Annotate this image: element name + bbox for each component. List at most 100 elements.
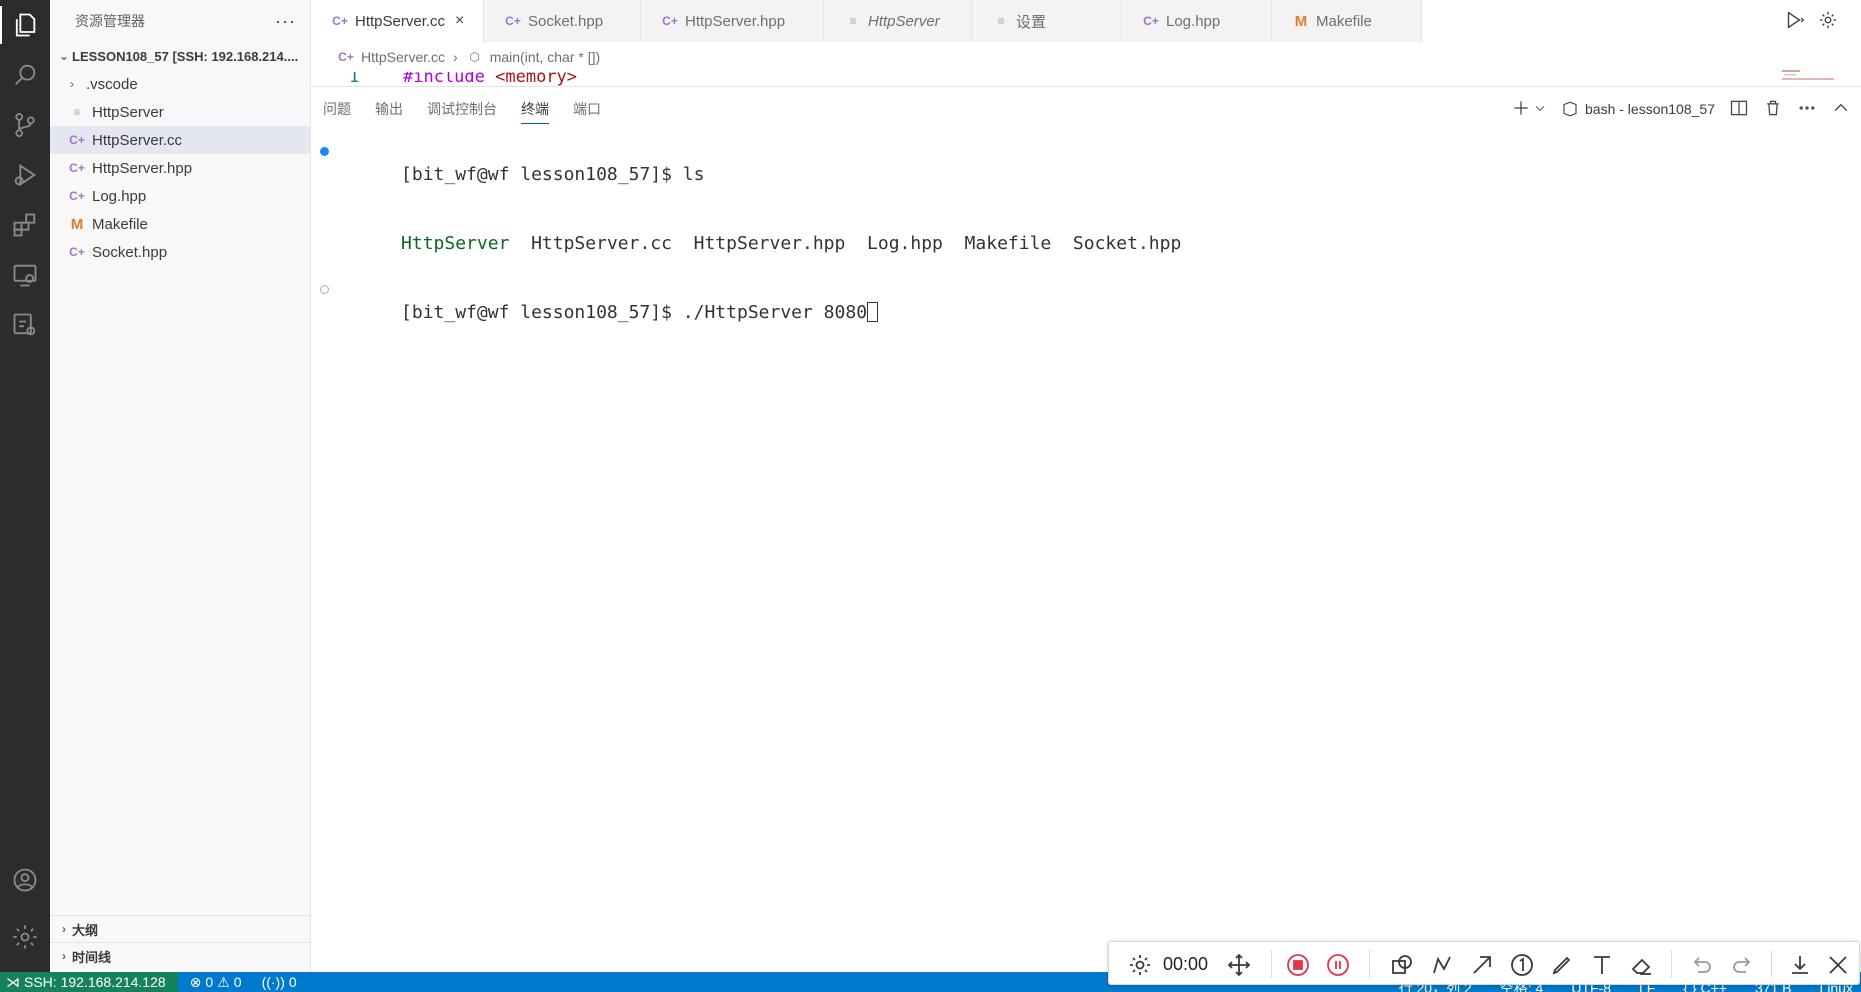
arrow-icon[interactable]: [1469, 952, 1495, 978]
broadcast-icon: ((·)): [261, 974, 285, 990]
terminal-icon: [1563, 101, 1577, 117]
tab-ports[interactable]: 端口: [561, 94, 613, 124]
editor-tabs: C+ HttpServer.cc × C+ Socket.hpp C+ Http…: [311, 0, 1861, 42]
vscode-window: 资源管理器 ··· ⌄ LESSON108_57 [SSH: 192.168.2…: [0, 0, 1861, 992]
tree-item-label: .vscode: [86, 75, 138, 93]
tree-item-label: Socket.hpp: [92, 243, 168, 261]
remote-indicator[interactable]: ⋊ SSH: 192.168.214.128: [0, 972, 178, 992]
stop-record-icon[interactable]: [1285, 952, 1311, 978]
more-actions-icon[interactable]: ···: [275, 11, 296, 32]
move-icon[interactable]: [1226, 952, 1252, 978]
tree-item-vscode[interactable]: › .vscode: [50, 70, 310, 98]
tab-makefile[interactable]: M Makefile: [1272, 0, 1422, 42]
tab-problems[interactable]: 问题: [311, 94, 363, 124]
editor-code-line[interactable]: 1 #include <memory>: [311, 72, 1791, 86]
editor-actions: [1783, 9, 1839, 36]
tab-settings[interactable]: ≡ 设置: [972, 0, 1122, 42]
ls-output: HttpServer.cc HttpServer.hpp Log.hpp Mak…: [509, 233, 1182, 254]
tab-terminal[interactable]: 终端: [509, 94, 561, 124]
close-icon[interactable]: [1825, 952, 1851, 978]
search-icon[interactable]: [0, 50, 50, 100]
cpp-file-icon: C+: [338, 50, 354, 64]
trash-icon[interactable]: [1763, 98, 1783, 121]
timeline-section[interactable]: › 时间线: [50, 942, 311, 969]
tab-debug-console[interactable]: 调试控制台: [415, 94, 509, 124]
chevron-down-icon[interactable]: [1533, 101, 1547, 118]
terminal-output[interactable]: [bit_wf@wf lesson108_57]$ ls HttpServer …: [311, 140, 1851, 347]
tab-httpserver-preview[interactable]: ≡ HttpServer: [824, 0, 972, 42]
warning-icon: ⚠: [217, 973, 230, 990]
run-icon[interactable]: [1783, 9, 1805, 36]
tab-httpserver-hpp[interactable]: C+ HttpServer.hpp: [641, 0, 824, 42]
command-decoration-icon[interactable]: [320, 147, 329, 156]
problems-status[interactable]: ⊗ 0 ⚠ 0: [190, 974, 242, 991]
polyline-icon[interactable]: [1429, 952, 1455, 978]
explorer-icon[interactable]: [0, 0, 50, 50]
close-icon[interactable]: ×: [455, 12, 464, 30]
remote-explorer-icon[interactable]: [0, 250, 50, 300]
tree-item-label: HttpServer.hpp: [92, 159, 193, 177]
tree-item-httpserver-cc[interactable]: C+ HttpServer.cc: [50, 126, 310, 154]
redo-icon[interactable]: [1729, 952, 1755, 978]
remote-icon: ⋊: [6, 973, 20, 990]
command-decoration-icon[interactable]: [320, 285, 329, 294]
maximize-panel-icon[interactable]: [1831, 98, 1851, 121]
error-count: 0: [205, 974, 214, 990]
text-tool-icon[interactable]: [1589, 952, 1615, 978]
panel-divider[interactable]: [311, 86, 1861, 87]
source-control-icon[interactable]: [0, 100, 50, 150]
tree-item-httpserver[interactable]: ≡ HttpServer: [50, 98, 310, 126]
download-icon[interactable]: [1787, 952, 1813, 978]
workspace-root[interactable]: ⌄ LESSON108_57 [SSH: 192.168.214....: [50, 42, 310, 70]
makefile-icon: M: [70, 215, 84, 233]
ports-status[interactable]: ((·)) 0: [262, 974, 297, 990]
tab-output[interactable]: 输出: [363, 94, 415, 124]
activity-bar: [0, 0, 50, 972]
terminal-cursor: [867, 302, 879, 322]
code-header: <memory>: [495, 72, 578, 86]
cpp-file-icon: C+: [69, 245, 85, 259]
shape-icon[interactable]: [1389, 952, 1415, 978]
split-terminal-icon[interactable]: [1729, 98, 1749, 121]
tree-item-log-hpp[interactable]: C+ Log.hpp: [50, 182, 310, 210]
cpp-file-icon: C+: [69, 133, 85, 147]
outline-section[interactable]: › 大纲: [50, 915, 311, 942]
testing-icon[interactable]: [0, 300, 50, 350]
pen-icon[interactable]: [1549, 952, 1575, 978]
explorer-header: 资源管理器 ···: [50, 0, 310, 42]
makefile-icon: M: [1294, 12, 1308, 30]
chevron-right-icon: ›: [62, 949, 66, 963]
timeline-label: 时间线: [72, 949, 112, 965]
number-marker-icon[interactable]: [1509, 952, 1535, 978]
eraser-icon[interactable]: [1629, 952, 1655, 978]
tab-socket-hpp[interactable]: C+ Socket.hpp: [484, 0, 641, 42]
ls-executable: HttpServer: [401, 233, 510, 254]
remote-label: SSH: 192.168.214.128: [24, 974, 166, 990]
account-icon[interactable]: [0, 855, 50, 905]
undo-icon[interactable]: [1689, 952, 1715, 978]
chevron-down-icon: ⌄: [58, 49, 70, 63]
run-debug-icon[interactable]: [0, 150, 50, 200]
toolbar-divider: [1271, 950, 1272, 978]
gear-icon[interactable]: [1817, 9, 1839, 36]
settings-file-icon: ≡: [997, 14, 1005, 28]
error-icon: ⊗: [189, 973, 202, 990]
tab-httpserver-cc[interactable]: C+ HttpServer.cc ×: [311, 0, 484, 42]
tree-item-label: Log.hpp: [92, 187, 147, 205]
terminal-line: HttpServer HttpServer.cc HttpServer.hpp …: [311, 209, 1851, 278]
tab-log-hpp[interactable]: C+ Log.hpp: [1122, 0, 1272, 42]
extensions-icon[interactable]: [0, 200, 50, 250]
tree-item-httpserver-hpp[interactable]: C+ HttpServer.hpp: [50, 154, 310, 182]
manage-gear-icon[interactable]: [0, 912, 50, 962]
tree-item-makefile[interactable]: M Makefile: [50, 210, 310, 238]
new-terminal-icon[interactable]: [1511, 98, 1531, 121]
pause-record-icon[interactable]: [1325, 952, 1351, 978]
settings-gear-icon[interactable]: [1127, 952, 1153, 978]
breadcrumb-symbol[interactable]: main(int, char * []): [490, 49, 600, 65]
breadcrumb-file[interactable]: HttpServer.cc: [361, 49, 445, 65]
outline-label: 大纲: [72, 922, 99, 938]
terminal-selector[interactable]: bash - lesson108_57: [1561, 100, 1715, 118]
more-actions-icon[interactable]: [1797, 98, 1817, 121]
tree-item-socket-hpp[interactable]: C+ Socket.hpp: [50, 238, 310, 266]
minimap[interactable]: [1780, 66, 1836, 86]
